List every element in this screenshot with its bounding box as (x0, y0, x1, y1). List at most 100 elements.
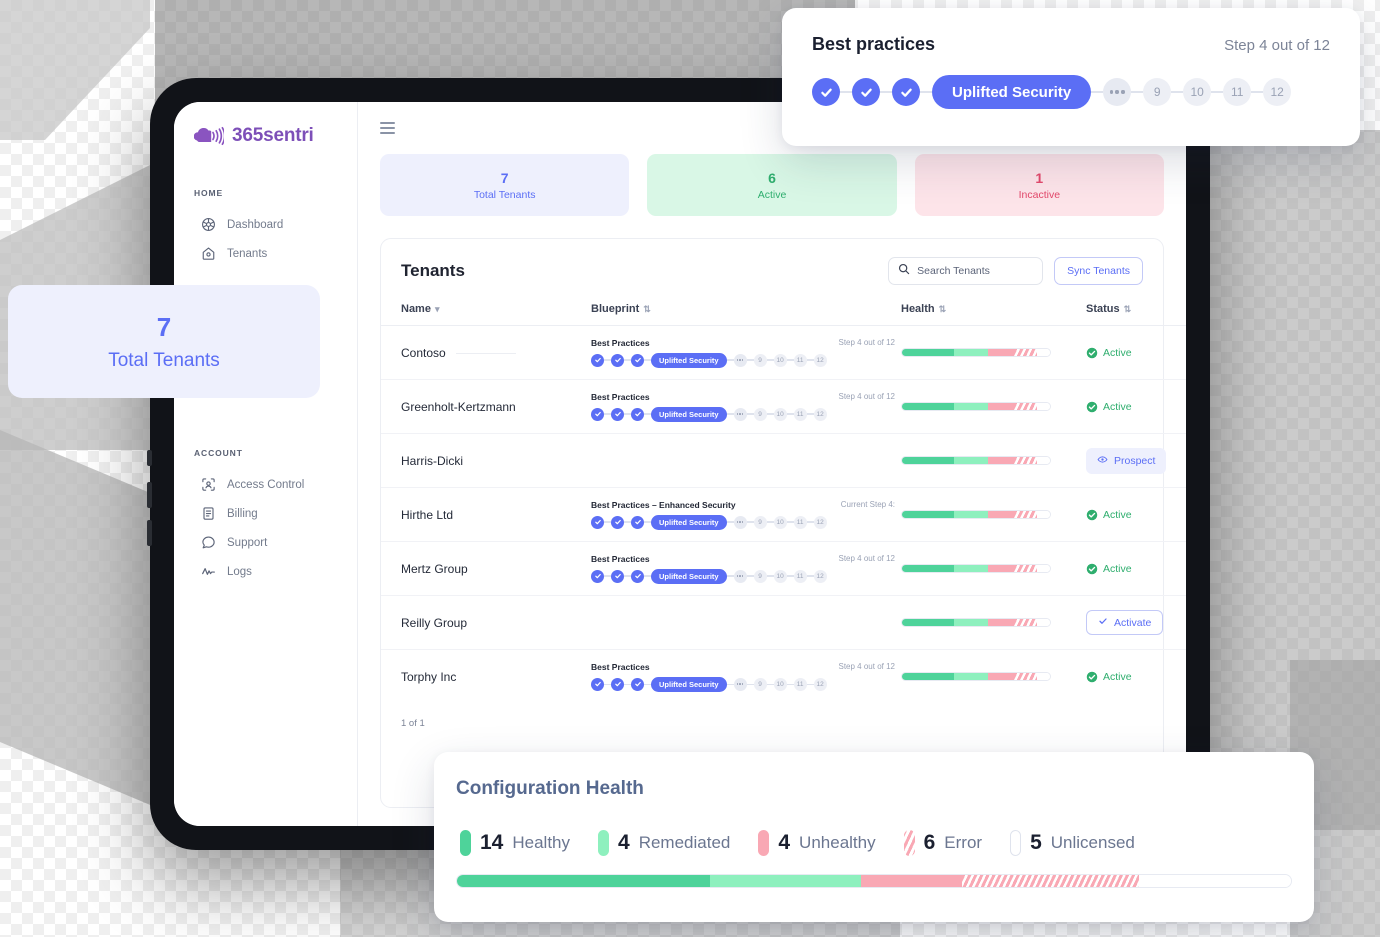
sidebar-item-tenants[interactable]: Tenants (174, 239, 357, 268)
stepper-step-complete[interactable] (591, 677, 604, 691)
stepper-step-complete[interactable] (591, 569, 604, 583)
column-header-blueprint[interactable]: Blueprint ⇅ (591, 285, 901, 326)
stepper-step-complete[interactable] (611, 353, 624, 367)
stepper-more-steps-icon[interactable] (1103, 78, 1132, 106)
column-header-status[interactable]: Status ⇅ (1086, 285, 1186, 326)
stepper-step-number[interactable]: 10 (773, 407, 787, 421)
sidebar-item-dashboard[interactable]: Dashboard (174, 210, 357, 239)
health-segment-healthy (902, 673, 954, 681)
stepper-step-number[interactable]: 10 (773, 677, 787, 691)
stepper-step-number[interactable]: 10 (773, 353, 787, 367)
sidebar-item-billing[interactable]: Billing (174, 499, 357, 528)
brand-logo[interactable]: 365sentri (174, 124, 357, 148)
stepper-step-number[interactable]: 10 (773, 569, 787, 583)
table-row[interactable]: Reilly Group Activate (381, 595, 1186, 650)
table-row[interactable]: Hirthe Ltd Best Practices – Enhanced Secu… (381, 487, 1186, 542)
stepper-step-number[interactable]: 11 (793, 569, 807, 583)
sidebar-item-support[interactable]: Support (174, 528, 357, 557)
stepper-connector (726, 521, 734, 523)
stat-card-inactive[interactable]: 1 Incactive (914, 154, 1164, 216)
stepper-step-complete[interactable] (611, 407, 624, 421)
stepper-step-complete[interactable] (591, 407, 604, 421)
sort-icon[interactable]: ⇅ (643, 304, 651, 314)
hamburger-icon[interactable] (380, 119, 395, 137)
stepper-connector (604, 521, 611, 523)
stepper-step-number[interactable]: 12 (813, 407, 827, 421)
stepper-step-number[interactable]: 12 (1263, 78, 1292, 106)
table-row[interactable]: Greenholt-Kertzmann Best Practices Step 4 … (381, 379, 1186, 434)
stepper-step-number[interactable]: 11 (1223, 78, 1252, 106)
stepper-step-complete[interactable] (631, 407, 644, 421)
stepper-step-complete[interactable] (631, 353, 644, 367)
search-input[interactable] (917, 265, 1034, 277)
stepper-more-steps-icon[interactable] (733, 353, 747, 367)
sort-icon[interactable]: ⇅ (1124, 304, 1132, 314)
stepper-step-complete[interactable] (611, 569, 624, 583)
status-badge-prospect[interactable]: Prospect (1086, 447, 1167, 474)
stepper-current-step-pill[interactable]: Uplifted Security (651, 514, 727, 530)
table-row[interactable]: Contoso Best Practices Step 4 out of 12 Upl… (381, 325, 1186, 380)
stepper-step-number[interactable]: 9 (753, 407, 767, 421)
stepper-step-number[interactable]: 11 (793, 677, 807, 691)
stepper-current-step-pill[interactable]: Uplifted Security (651, 676, 727, 692)
check-circle-icon (1086, 401, 1098, 413)
stepper-connector (624, 683, 631, 685)
stepper-step-complete[interactable] (591, 353, 604, 367)
sidebar-item-access-control[interactable]: Access Control (174, 470, 357, 499)
stepper-current-step-pill[interactable]: Uplifted Security (651, 406, 727, 422)
stepper-step-number[interactable]: 9 (753, 677, 767, 691)
stepper-step-number[interactable]: 10 (773, 515, 787, 529)
stepper-step-number[interactable]: 12 (813, 353, 827, 367)
stepper-step-complete[interactable] (611, 677, 624, 691)
stepper-step-number[interactable]: 12 (813, 677, 827, 691)
table-row[interactable]: Mertz Group Best Practices Step 4 out of 1… (381, 541, 1186, 596)
sync-tenants-button[interactable]: Sync Tenants (1054, 257, 1143, 285)
stepper-step-number[interactable]: 11 (793, 515, 807, 529)
activate-button[interactable]: Activate (1086, 610, 1164, 635)
stepper-step-complete[interactable] (892, 78, 920, 106)
stepper-more-steps-icon[interactable] (733, 407, 747, 421)
stepper-step-number[interactable]: 9 (753, 569, 767, 583)
stepper-current-step-pill[interactable]: Uplifted Security (651, 352, 727, 368)
best-practices-header: Best practices Step 4 out of 12 (812, 34, 1330, 55)
column-header-name[interactable]: Name ▾ (381, 285, 591, 326)
stepper-step-complete[interactable] (631, 515, 644, 529)
stepper-step-number[interactable]: 10 (1183, 78, 1212, 106)
stepper-step-number[interactable]: 9 (753, 515, 767, 529)
stat-card-total-tenants[interactable]: 7 Total Tenants (380, 154, 630, 216)
sort-icon[interactable]: ▾ (435, 304, 440, 314)
stepper-step-complete[interactable] (631, 569, 644, 583)
stepper-current-step-pill[interactable]: Uplifted Security (932, 75, 1092, 109)
stepper-more-steps-icon[interactable] (733, 677, 747, 691)
table-row[interactable]: Torphy Inc Best Practices Step 4 out of 12… (381, 650, 1186, 704)
stepper-step-number[interactable]: 12 (813, 569, 827, 583)
stepper-step-complete[interactable] (812, 78, 840, 106)
search-box[interactable] (888, 257, 1044, 285)
legend-item: 4 Unhealthy (758, 830, 876, 856)
cell-blueprint (591, 433, 901, 488)
stat-card-active[interactable]: 6 Active (647, 154, 897, 216)
sidebar-item-label: Dashboard (227, 218, 284, 231)
health-segment-healthy (902, 619, 954, 626)
stage: 365sentri HOME Dashboard Tenants ACCOUNT… (0, 0, 1380, 937)
stepper-step-complete[interactable] (631, 677, 644, 691)
stepper-more-steps-icon[interactable] (733, 515, 747, 529)
stepper-step-number[interactable]: 9 (1143, 78, 1172, 106)
stepper-step-complete[interactable] (852, 78, 880, 106)
sort-icon[interactable]: ⇅ (939, 304, 947, 314)
stepper-step-number[interactable]: 11 (793, 407, 807, 421)
stepper-step-number[interactable]: 11 (793, 353, 807, 367)
sidebar-item-logs[interactable]: Logs (174, 557, 357, 586)
stepper-step-number[interactable]: 12 (813, 515, 827, 529)
table-row[interactable]: Harris-Dicki Prospect (381, 433, 1186, 488)
stepper-step-complete[interactable] (611, 515, 624, 529)
stepper-step-complete[interactable] (591, 515, 604, 529)
stepper-more-steps-icon[interactable] (733, 569, 747, 583)
column-header-health[interactable]: Health ⇅ (901, 285, 1086, 326)
health-segment-error (1014, 511, 1037, 518)
activate-label: Activate (1114, 616, 1152, 629)
best-practices-card: Best practices Step 4 out of 12 Uplifted… (782, 8, 1360, 146)
legend-swatch (460, 830, 471, 856)
stepper-current-step-pill[interactable]: Uplifted Security (651, 568, 727, 584)
stepper-step-number[interactable]: 9 (753, 353, 767, 367)
